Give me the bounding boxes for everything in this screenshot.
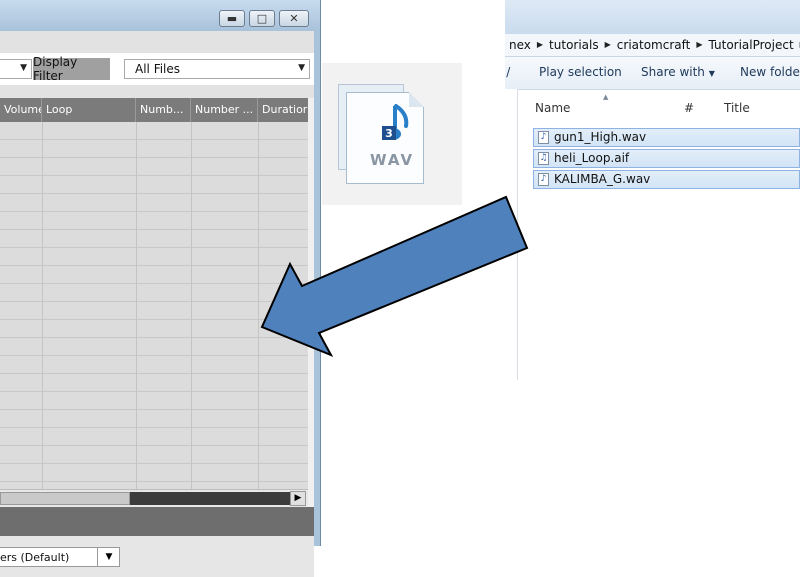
grid-row[interactable] <box>0 176 308 194</box>
bottom-panel: ers (Default) ▼ <box>0 536 314 577</box>
share-with-button[interactable]: Share with ▼ <box>641 65 715 79</box>
file-filter-value: All Files <box>135 62 181 76</box>
grid-row[interactable] <box>0 230 308 248</box>
close-button[interactable]: ✕ <box>279 10 309 27</box>
grid-row[interactable] <box>0 320 308 338</box>
audio-file-icon: ♪ <box>538 173 549 186</box>
chevron-down-icon: ▼ <box>97 547 120 567</box>
maximize-icon: □ <box>256 12 268 25</box>
horizontal-scrollbar[interactable]: ▶ <box>0 489 308 507</box>
audio-file-icon: ♪ <box>538 131 549 144</box>
app-body: ▼ Display Filter All Files ▼ Volume Loop… <box>0 31 314 577</box>
scroll-right-button[interactable]: ▶ <box>290 491 306 506</box>
minimize-button[interactable]: ▬ <box>219 10 245 27</box>
sort-ascending-icon: ▲ <box>603 93 609 101</box>
grid-row[interactable] <box>0 194 308 212</box>
minimize-icon: ▬ <box>226 12 238 25</box>
file-name: heli_Loop.aif <box>554 151 630 165</box>
separator-strip <box>0 85 314 98</box>
grid-row[interactable] <box>0 158 308 176</box>
grid-row[interactable] <box>0 446 308 464</box>
left-dropdown[interactable]: ▼ <box>0 59 32 79</box>
window-title-bar[interactable]: ▬ □ ✕ <box>0 0 320 30</box>
maximize-button[interactable]: □ <box>249 10 275 27</box>
chevron-right-icon[interactable]: ▶ <box>603 38 613 52</box>
grid-header: Volume Loop Numb... Number ... Duratior <box>0 98 308 122</box>
grid-row[interactable] <box>0 248 308 266</box>
grid-divider <box>191 122 192 489</box>
bottom-dropdown[interactable]: ers (Default) ▼ <box>0 547 120 567</box>
new-folder-button[interactable]: New folder <box>740 65 800 79</box>
filter-row: ▼ Display Filter All Files ▼ <box>0 53 314 85</box>
bottom-dropdown-value: ers (Default) <box>0 551 70 564</box>
column-header-duration[interactable]: Duratior <box>258 98 308 122</box>
breadcrumb: nex ▶ tutorials ▶ criatomcraft ▶ Tutoria… <box>505 38 800 52</box>
status-band <box>0 507 314 536</box>
grid-row[interactable] <box>0 140 308 158</box>
file-name: KALIMBA_G.wav <box>554 172 651 186</box>
explorer-toolbar: / Play selection Share with ▼ New folder <box>505 57 800 90</box>
grid-row[interactable] <box>0 338 308 356</box>
grid-divider <box>258 122 259 489</box>
chevron-right-icon: ▶ <box>294 493 302 503</box>
music-note-icon: 3 <box>382 104 409 140</box>
grid-row[interactable] <box>0 302 308 320</box>
column-header-number-2[interactable]: Number ... <box>191 98 258 122</box>
breadcrumb-item[interactable]: nex <box>505 38 535 52</box>
column-header-title[interactable]: Title <box>724 101 750 115</box>
scrollbar-track[interactable] <box>130 492 290 505</box>
column-header-number-1[interactable]: Numb... <box>136 98 191 122</box>
toolbar-separator: / <box>505 65 511 79</box>
scrollbar-thumb[interactable] <box>0 492 130 505</box>
navigation-pane[interactable] <box>505 89 518 380</box>
breadcrumb-item[interactable]: TutorialProject <box>705 38 798 52</box>
explorer-title-bar[interactable] <box>505 0 800 34</box>
material-grid[interactable]: Volume Loop Numb... Number ... Duratior <box>0 98 308 489</box>
tool-window: ▬ □ ✕ ▼ Display Filter All Files ▼ Volum… <box>0 0 321 577</box>
grid-row[interactable] <box>0 284 308 302</box>
chevron-down-icon: ▼ <box>298 63 305 73</box>
column-header-number[interactable]: # <box>684 101 694 115</box>
grid-row[interactable] <box>0 356 308 374</box>
grid-row[interactable] <box>0 464 308 482</box>
file-explorer-window: nex ▶ tutorials ▶ criatomcraft ▶ Tutoria… <box>505 0 800 380</box>
grid-row[interactable] <box>0 266 308 284</box>
badge-number: 3 <box>385 127 393 140</box>
grid-row[interactable] <box>0 410 308 428</box>
toolbar-strip <box>0 31 314 54</box>
grid-row[interactable] <box>0 374 308 392</box>
grid-row[interactable] <box>0 212 308 230</box>
grid-row[interactable] <box>0 392 308 410</box>
column-header-loop[interactable]: Loop <box>42 98 136 122</box>
display-filter-button[interactable]: Display Filter <box>33 55 110 83</box>
column-header-name[interactable]: Name <box>535 101 570 115</box>
share-with-label: Share with <box>641 65 705 79</box>
chevron-right-icon[interactable]: ▶ <box>535 38 545 52</box>
chevron-down-icon: ▼ <box>20 63 27 73</box>
audio-aif-file-icon: ♫ <box>538 152 549 165</box>
grid-row[interactable] <box>0 428 308 446</box>
file-filter-select[interactable]: All Files ▼ <box>124 59 310 79</box>
grid-row[interactable] <box>0 122 308 140</box>
wav-label: WAV <box>370 151 415 169</box>
close-icon: ✕ <box>289 12 299 25</box>
file-row[interactable]: ♫ heli_Loop.aif <box>533 149 800 168</box>
file-name: gun1_High.wav <box>554 130 647 144</box>
address-bar[interactable]: nex ▶ tutorials ▶ criatomcraft ▶ Tutoria… <box>505 34 800 57</box>
grid-divider <box>136 122 137 489</box>
breadcrumb-item[interactable]: tutorials <box>545 38 603 52</box>
chevron-down-icon: ▼ <box>708 69 715 78</box>
column-header-volume[interactable]: Volume <box>0 98 42 122</box>
file-row[interactable]: ♪ gun1_High.wav <box>533 128 800 147</box>
chevron-right-icon[interactable]: ▶ <box>694 38 704 52</box>
breadcrumb-item[interactable]: criatomcraft <box>613 38 695 52</box>
grid-divider <box>42 122 43 489</box>
play-selection-button[interactable]: Play selection <box>539 65 622 79</box>
file-row[interactable]: ♪ KALIMBA_G.wav <box>533 170 800 189</box>
column-headers: ▲ Name # Title <box>517 89 800 127</box>
